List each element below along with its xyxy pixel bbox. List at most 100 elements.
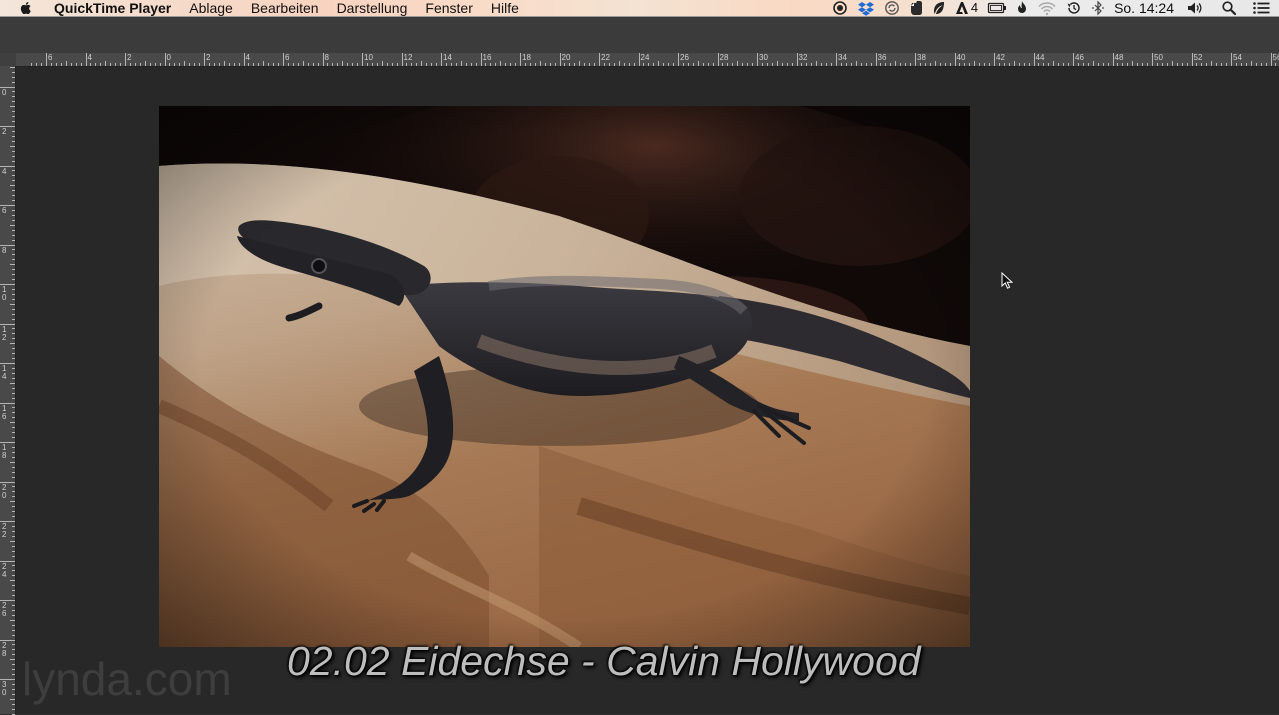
ruler-tick [1024,63,1025,66]
ruler-tick [861,63,862,66]
menu-fenster[interactable]: Fenster [425,0,472,16]
ruler-tick [12,457,15,458]
ruler-label: 2 [206,54,210,62]
ruler-tick [540,61,541,66]
leaf-icon[interactable] [932,0,946,16]
ruler-tick [940,63,941,66]
ruler-tick [12,299,15,300]
ruler-tick [224,61,225,66]
ruler-tick [718,53,719,66]
ruler-tick [1004,63,1005,66]
ruler-tick [959,63,960,66]
menu-ablage[interactable]: Ablage [189,0,233,16]
video-title-caption: 02.02 Eidechse - Calvin Hollywood [287,637,1007,685]
time-machine-icon[interactable] [1066,0,1082,16]
ruler-tick [1201,63,1202,66]
ruler-tick [12,121,15,122]
ruler-tick [392,63,393,66]
apple-menu-icon[interactable] [18,0,36,16]
ruler-tick [871,63,872,66]
ruler-tick [979,63,980,66]
ruler-label: 52 [1194,54,1203,62]
menu-darstellung[interactable]: Darstellung [337,0,408,16]
bluetooth-icon[interactable] [1091,0,1105,16]
ruler-label: 0 [167,54,171,62]
ruler-tick [767,63,768,66]
ruler-tick [1147,63,1148,66]
battery-icon[interactable] [987,0,1007,16]
ruler-tick [1157,63,1158,66]
ruler-tick [564,63,565,66]
horizontal-ruler[interactable]: 6420246810121416182022242628303234363840… [16,53,1279,67]
ruler-tick [12,615,15,616]
ruler-tick [12,141,15,142]
ruler-tick [273,63,274,66]
evernote-icon[interactable] [909,0,923,16]
ruler-tick [994,53,995,66]
ruler-tick [12,348,15,349]
ruler-tick [115,63,116,66]
volume-icon[interactable] [1186,0,1204,16]
menu-app-name[interactable]: QuickTime Player [54,0,171,16]
lynda-watermark: lynda.com [22,652,232,706]
ruler-tick [722,63,723,66]
ruler-tick [619,61,620,66]
ruler-tick [12,427,15,428]
vertical-ruler[interactable]: 024681012141618202224262830 [0,66,16,714]
ruler-tick [234,63,235,66]
ruler-tick [12,338,15,339]
adobe-icon[interactable]: 4 [955,0,978,16]
ruler-tick [347,63,348,66]
ruler-tick [12,590,15,591]
ruler-tick [510,63,511,66]
menu-clock[interactable]: So. 14:24 [1114,0,1174,16]
mouse-cursor-icon [1001,272,1013,295]
ruler-tick [12,694,15,695]
ruler-label: 46 [1075,54,1084,62]
ruler-tick [639,53,640,66]
ruler-tick [10,264,15,265]
ruler-tick [12,437,15,438]
menu-bearbeiten[interactable]: Bearbeiten [251,0,319,16]
ruler-tick [12,175,15,176]
ruler-tick [12,279,15,280]
ruler-tick [10,580,15,581]
ruler-tick [426,63,427,66]
ruler-tick [12,328,15,329]
ruler-tick [668,63,669,66]
spotlight-icon[interactable] [1221,0,1237,16]
sync-icon[interactable] [884,0,900,16]
ruler-tick [318,63,319,66]
ruler-tick [1221,63,1222,66]
dropbox-icon[interactable] [857,0,875,16]
flame-icon[interactable] [1016,0,1028,16]
ruler-label: 20 [562,54,571,62]
ruler-tick [12,333,15,334]
ruler-tick [485,63,486,66]
menu-hilfe[interactable]: Hilfe [491,0,519,16]
ruler-tick [1172,61,1173,66]
ruler-tick [12,491,15,492]
ruler-tick [801,63,802,66]
ruler-tick [703,63,704,66]
notification-list-icon[interactable] [1252,0,1270,16]
ruler-tick [367,63,368,66]
ruler-tick [357,63,358,66]
ruler-tick [920,63,921,66]
ruler-tick [86,53,87,66]
ruler-tick [1236,63,1237,66]
ruler-tick [1034,53,1035,66]
ruler-tick [1182,63,1183,66]
ruler-tick [12,630,15,631]
ruler-tick [179,63,180,66]
ruler-tick [105,61,106,66]
record-icon[interactable] [832,0,848,16]
ruler-tick [308,63,309,66]
ruler-tick [12,240,15,241]
ruler-origin[interactable] [0,53,16,67]
ruler-tick [451,63,452,66]
ruler-tick [342,61,343,66]
ruler-tick [782,63,783,66]
wifi-icon[interactable] [1037,0,1057,16]
ruler-tick [10,659,15,660]
